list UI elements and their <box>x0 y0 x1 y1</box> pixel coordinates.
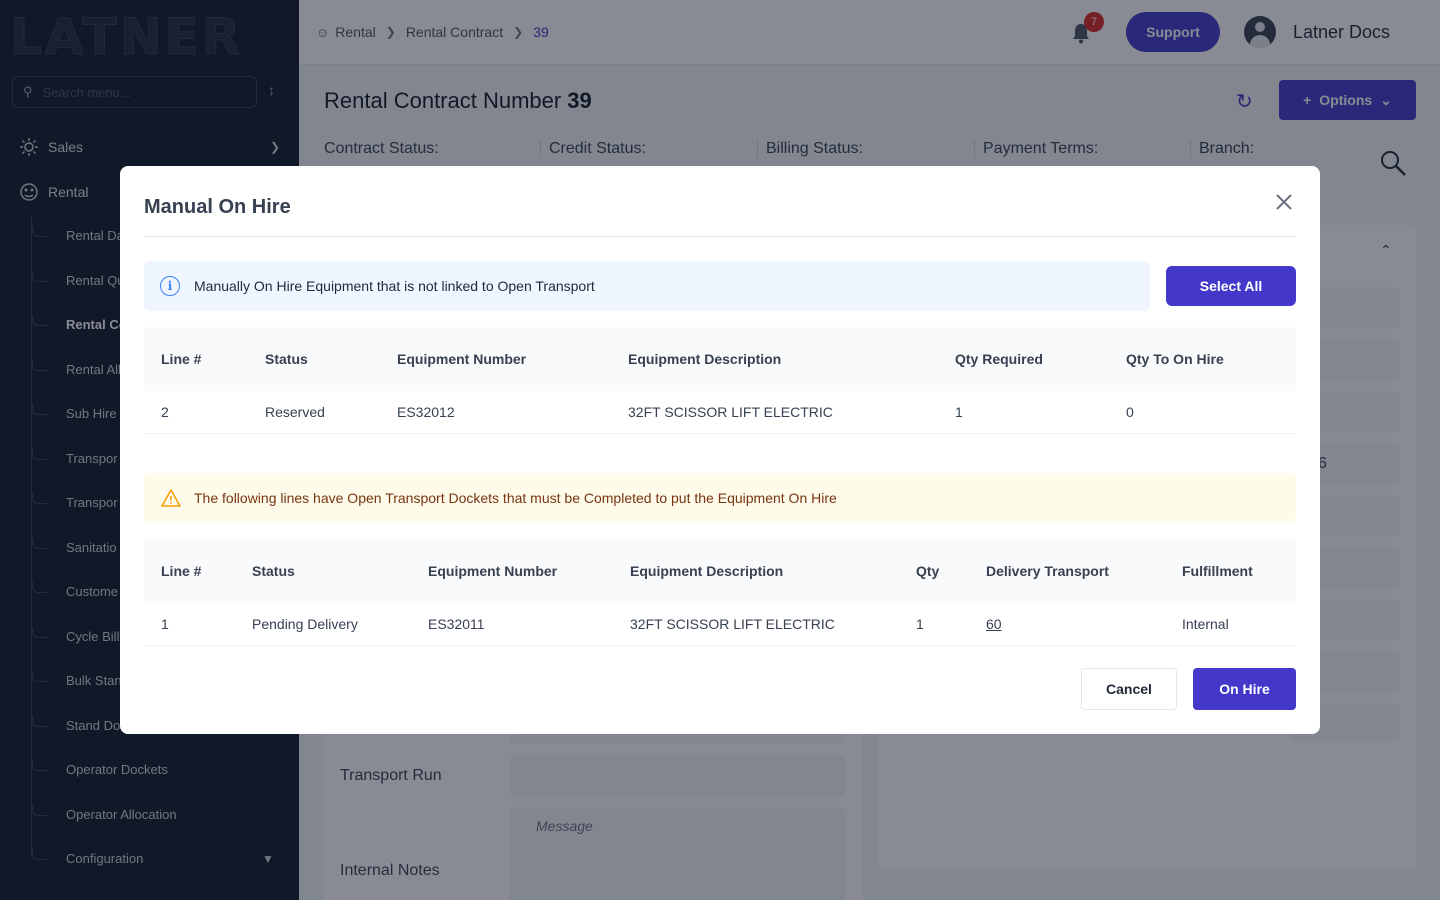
column-header: Line # <box>144 539 235 603</box>
manual-on-hire-modal: Manual On Hire i Manually On Hire Equipm… <box>120 166 1320 734</box>
table-header-row: Line # Status Equipment Number Equipment… <box>144 539 1296 603</box>
warning-banner: The following lines have Open Transport … <box>144 473 1296 523</box>
column-header: Line # <box>144 327 248 391</box>
manual-on-hire-table: Line # Status Equipment Number Equipment… <box>144 327 1296 434</box>
table-row[interactable]: 2 Reserved ES32012 32FT SCISSOR LIFT ELE… <box>144 391 1296 433</box>
info-icon: i <box>160 276 180 296</box>
line-number: 1 <box>161 615 169 632</box>
warning-text: The following lines have Open Transport … <box>194 490 837 506</box>
on-hire-button[interactable]: On Hire <box>1193 668 1296 710</box>
status-link[interactable]: Pending Delivery <box>235 603 411 645</box>
fulfillment-link[interactable]: Internal <box>1165 603 1296 645</box>
qty-to-on-hire-input[interactable]: 0 <box>1109 391 1296 433</box>
column-header: Qty To On Hire <box>1109 327 1296 391</box>
equipment-description: 32FT SCISSOR LIFT ELECTRIC <box>630 615 835 632</box>
equipment-number: ES32012 <box>397 403 455 420</box>
column-header: Delivery Transport <box>969 539 1165 603</box>
column-header: Status <box>235 539 411 603</box>
warning-icon <box>160 488 182 508</box>
column-header: Fulfillment <box>1165 539 1296 603</box>
info-text: Manually On Hire Equipment that is not l… <box>194 278 595 294</box>
equipment-description: 32FT SCISSOR LIFT ELECTRIC <box>628 403 833 420</box>
cancel-button[interactable]: Cancel <box>1081 668 1177 710</box>
close-icon[interactable] <box>1272 192 1296 216</box>
column-header: Equipment Description <box>613 539 899 603</box>
column-header: Equipment Number <box>380 327 611 391</box>
column-header: Qty <box>899 539 969 603</box>
line-number: 2 <box>161 403 169 420</box>
modal-title: Manual On Hire <box>144 196 291 218</box>
delivery-transport-link[interactable]: 60 <box>969 603 1165 645</box>
status-link[interactable]: Reserved <box>248 391 380 433</box>
column-header: Equipment Number <box>411 539 613 603</box>
divider <box>144 236 1296 237</box>
open-transport-table: Line # Status Equipment Number Equipment… <box>144 539 1296 646</box>
info-banner: i Manually On Hire Equipment that is not… <box>144 261 1150 311</box>
column-header: Equipment Description <box>611 327 938 391</box>
column-header: Qty Required <box>938 327 1109 391</box>
qty-required: 1 <box>955 403 963 420</box>
table-header-row: Line # Status Equipment Number Equipment… <box>144 327 1296 391</box>
column-header: Status <box>248 327 380 391</box>
select-all-button[interactable]: Select All <box>1166 266 1296 306</box>
equipment-number: ES32011 <box>428 615 485 632</box>
qty: 1 <box>916 615 924 632</box>
table-row[interactable]: 1 Pending Delivery ES32011 32FT SCISSOR … <box>144 603 1296 645</box>
